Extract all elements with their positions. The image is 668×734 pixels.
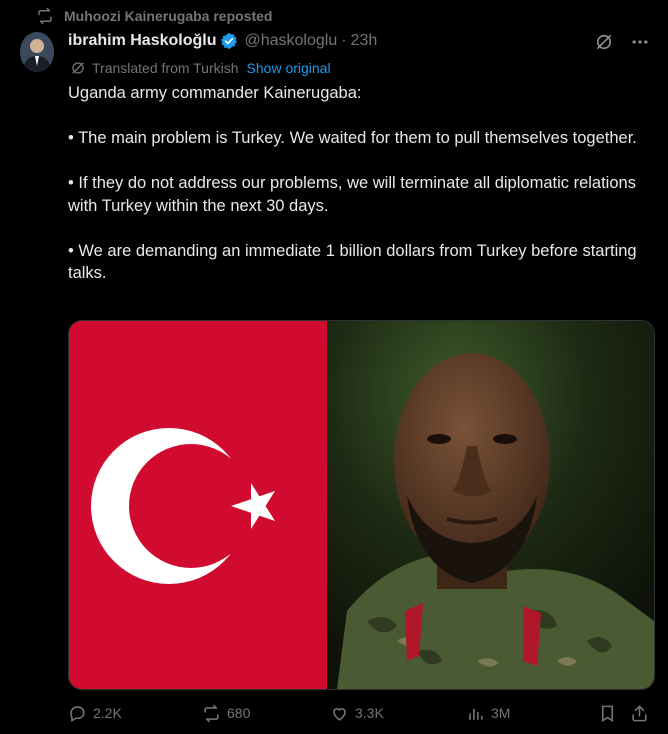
author-name[interactable]: ibrahim Haskoloğlu — [68, 32, 216, 50]
like-button[interactable]: 3.3K — [330, 704, 384, 723]
tweet-line: Uganda army commander Kainerugaba: — [68, 84, 362, 102]
reply-button[interactable]: 2.2K — [68, 704, 122, 723]
view-count: 3M — [491, 705, 511, 721]
heart-icon — [333, 707, 346, 721]
tweet-header: ibrahim Haskoloğlu @haskologlu · 23h — [68, 30, 377, 52]
repost-icon — [204, 704, 219, 722]
analytics-icon — [469, 708, 483, 720]
views-button[interactable]: 3M — [466, 704, 510, 723]
translated-label: Translated from Turkish — [92, 60, 239, 76]
grok-icon[interactable] — [594, 32, 614, 52]
reply-count: 2.2K — [93, 705, 122, 721]
separator: · — [341, 32, 347, 49]
portrait-photo — [327, 321, 654, 689]
like-count: 3.3K — [355, 705, 384, 721]
avatar-image — [20, 32, 54, 72]
translation-note: Translated from Turkish Show original — [70, 58, 331, 78]
tweet-media[interactable] — [68, 320, 655, 690]
translate-icon — [72, 62, 84, 74]
bookmark-icon — [601, 705, 614, 722]
repost-count: 680 — [227, 705, 251, 721]
more-options-icon[interactable] — [630, 32, 650, 52]
repost-icon — [38, 7, 52, 25]
share-icon — [632, 704, 647, 721]
share-button[interactable] — [630, 704, 649, 723]
reply-icon — [70, 705, 85, 722]
repost-indicator[interactable]: Muhoozi Kainerugaba reposted — [36, 6, 272, 26]
tweet-line: • The main problem is Turkey. We waited … — [68, 129, 637, 147]
tweet-line: • We are demanding an immediate 1 billio… — [68, 241, 637, 283]
verified-badge-icon — [221, 32, 238, 50]
tweet-line: • If they do not address our problems, w… — [68, 174, 636, 215]
show-original-link[interactable]: Show original — [247, 60, 331, 76]
author-handle[interactable]: @haskologlu — [244, 32, 337, 50]
engagement-bar: 2.2K 680 3.3K 3M — [68, 700, 653, 726]
repost-button[interactable]: 680 — [202, 704, 250, 723]
tweet-text: Uganda army commander Kainerugaba: • The… — [68, 82, 638, 285]
avatar[interactable] — [20, 32, 54, 72]
top-actions — [594, 32, 650, 52]
timestamp[interactable]: 23h — [351, 32, 378, 50]
bookmark-button[interactable] — [598, 704, 617, 723]
turkish-flag-image — [69, 321, 327, 689]
repost-text[interactable]: Muhoozi Kainerugaba reposted — [64, 8, 272, 24]
